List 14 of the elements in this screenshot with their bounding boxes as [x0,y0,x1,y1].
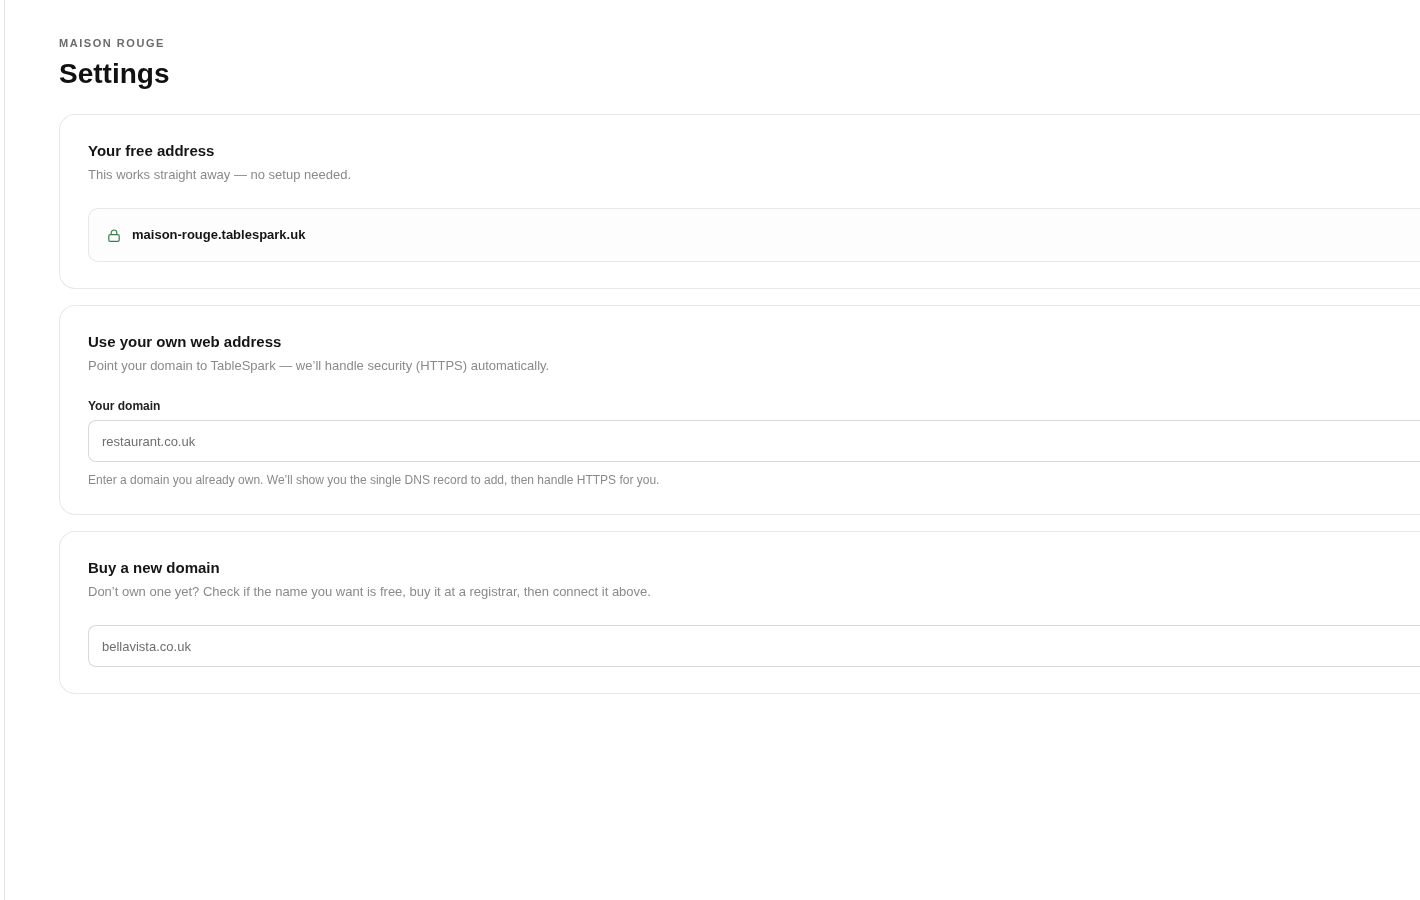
section-title: Your free address [88,141,215,161]
brand-label: MAISON ROUGE [59,36,165,50]
section-description: This works straight away — no setup needed. [88,166,352,184]
address-text: maison-rouge.tablespark.uk [132,226,306,245]
page-title: Settings [59,57,170,91]
section-title: Use your own web address [88,332,282,352]
domain-input[interactable]: restaurant.co.uk [88,420,1420,462]
section-title: Buy a new domain [88,558,220,578]
field-hint: Enter a domain you already own. We’ll show you the single DNS record to add, then handle HTTPS for you. [88,472,660,488]
lock-icon [108,228,120,242]
section-description: Point your domain to TableSpark — we’ll handle security (HTTPS) automatically. [88,357,550,375]
field-label: Your domain [88,398,161,414]
section-description: Don’t own one yet? Check if the name you want is free, buy it at a registrar, then connect it above. [88,583,651,601]
domain-input[interactable]: bellavista.co.uk [88,625,1420,667]
